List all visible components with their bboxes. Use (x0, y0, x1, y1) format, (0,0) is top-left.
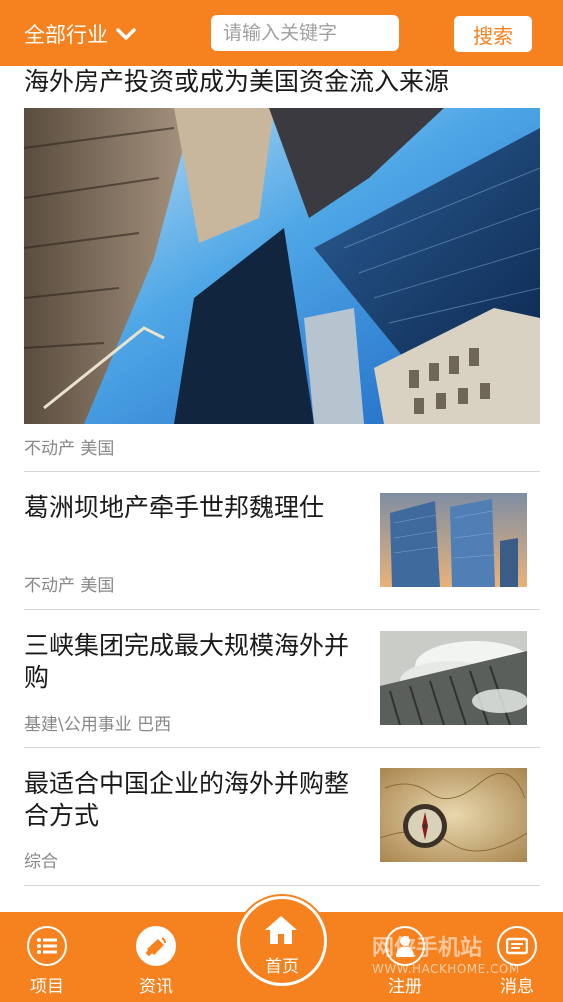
search-box[interactable] (211, 15, 399, 51)
list-icon (27, 926, 67, 966)
divider (24, 885, 540, 886)
megaphone-icon (136, 926, 176, 966)
article-tags: 基建\公用事业 巴西 (24, 715, 172, 735)
nav-register-label: 注册 (388, 977, 422, 997)
divider (24, 471, 540, 472)
article-tags: 综合 (24, 852, 58, 872)
nav-register[interactable]: 注册 (365, 918, 445, 998)
home-icon (265, 916, 297, 944)
feature-image[interactable] (24, 108, 540, 424)
article-thumbnail[interactable] (380, 631, 527, 725)
feature-title[interactable]: 海外房产投资或成为美国资金流入来源 (24, 64, 449, 100)
search-button[interactable]: 搜索 (454, 16, 532, 52)
nav-home-label: 首页 (265, 957, 299, 977)
industry-dropdown[interactable]: 全部行业 (24, 18, 136, 50)
article-title[interactable]: 葛洲坝地产牵手世邦魏理仕 (24, 492, 364, 524)
divider (24, 747, 540, 748)
nav-projects-label: 项目 (30, 977, 64, 997)
search-input[interactable] (223, 22, 393, 44)
article-title[interactable]: 最适合中国企业的海外并购整合方式 (24, 768, 364, 832)
industry-label: 全部行业 (24, 23, 108, 47)
user-icon (385, 926, 425, 966)
feature-tags: 不动产 美国 (24, 439, 115, 459)
article-thumbnail[interactable] (380, 493, 527, 587)
nav-news-label: 资讯 (139, 977, 173, 997)
nav-projects[interactable]: 项目 (7, 918, 87, 998)
article-title[interactable]: 三峡集团完成最大规模海外并购 (24, 630, 364, 694)
nav-home[interactable]: 首页 (237, 896, 327, 1002)
message-icon (497, 926, 537, 966)
nav-news[interactable]: 资讯 (116, 918, 196, 998)
article-tags: 不动产 美国 (24, 576, 115, 596)
article-thumbnail[interactable] (380, 768, 527, 862)
divider (24, 609, 540, 610)
nav-messages-label: 消息 (500, 977, 534, 997)
chevron-down-icon (116, 28, 136, 40)
nav-messages[interactable]: 消息 (477, 918, 557, 998)
